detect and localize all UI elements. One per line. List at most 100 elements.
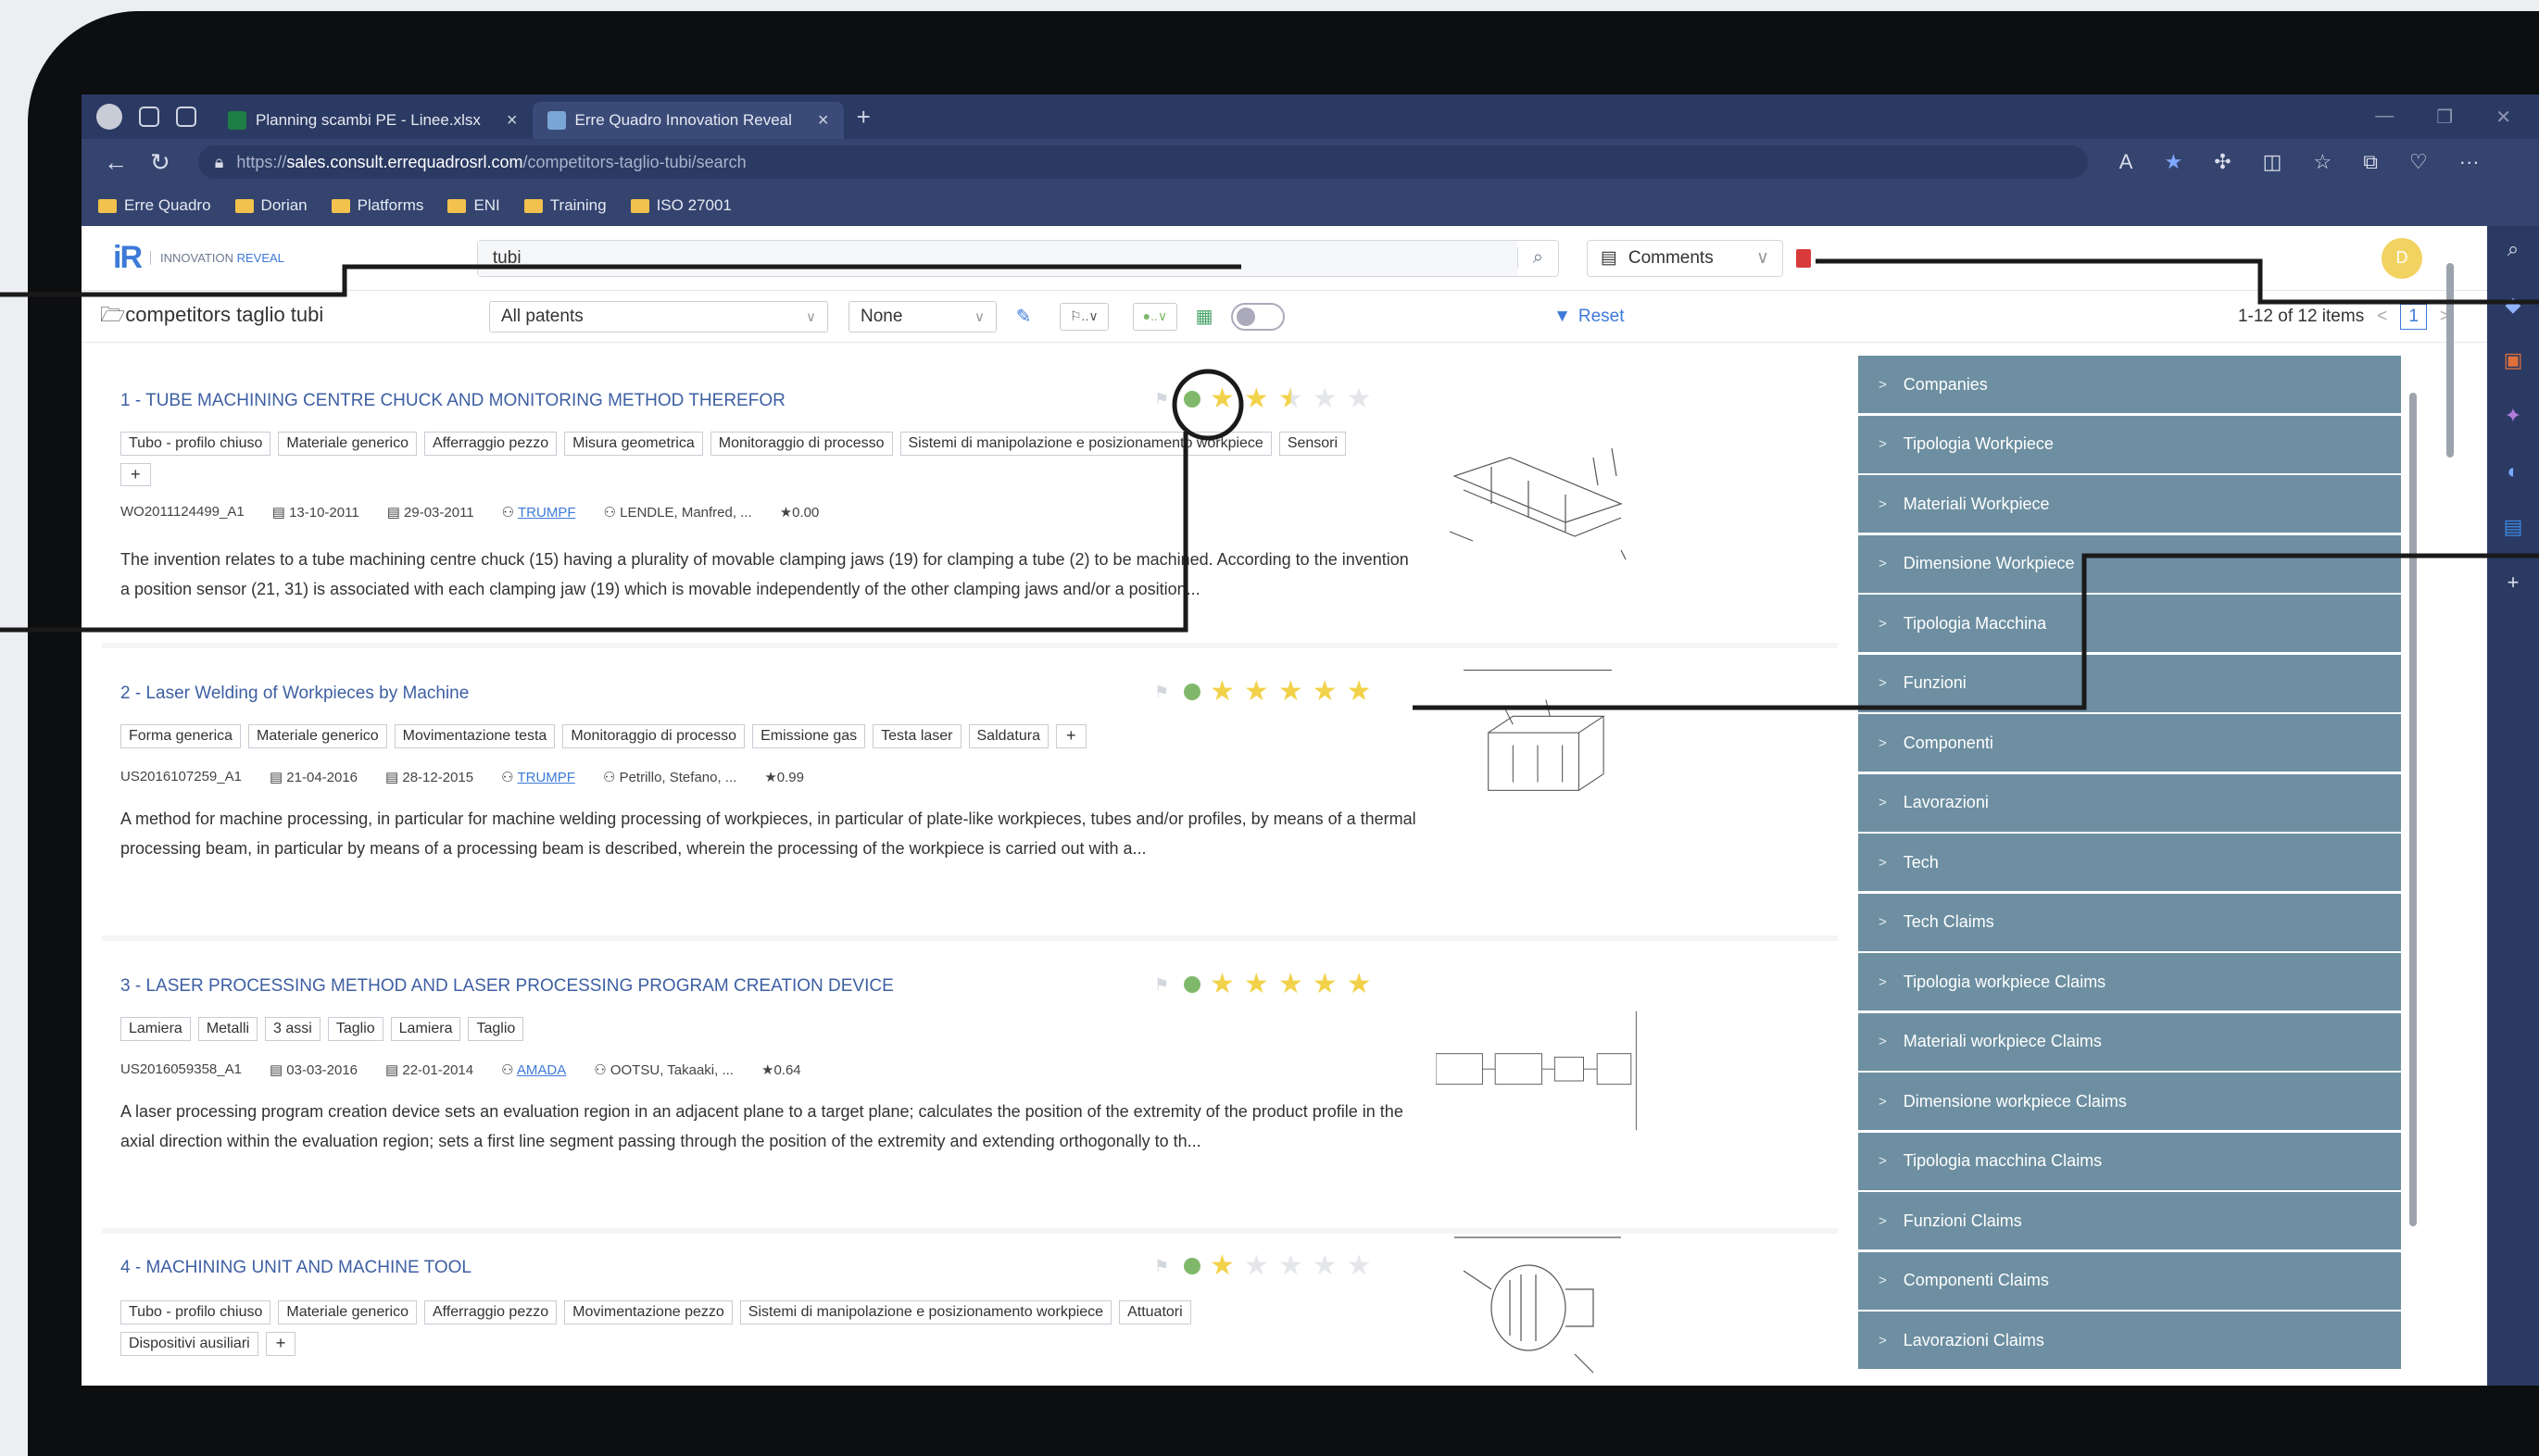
bookmark-folder[interactable]: Erre Quadro bbox=[98, 196, 211, 215]
search-icon[interactable]: ⌕ bbox=[2508, 237, 2519, 261]
comments-select[interactable]: ▤ Comments ∨ bbox=[1586, 239, 1783, 277]
facet-tech-claims[interactable]: > Tech Claims bbox=[1858, 893, 2401, 951]
lock-icon[interactable]: 🔒︎ bbox=[215, 153, 224, 172]
comment-dot-icon[interactable] bbox=[1184, 1258, 1200, 1274]
bookmark-folder[interactable]: ENI bbox=[447, 196, 500, 215]
star-icon[interactable]: ★ bbox=[1313, 385, 1338, 413]
bookmark-folder[interactable]: Platforms bbox=[331, 196, 423, 215]
patent-drawing-thumbnail[interactable] bbox=[1436, 997, 1640, 1145]
excel-export-icon[interactable]: ▦ bbox=[1192, 305, 1216, 329]
facet-tipologia-macchina-claims[interactable]: > Tipologia macchina Claims bbox=[1858, 1132, 2401, 1190]
close-window-icon[interactable]: ✕ bbox=[2495, 106, 2511, 129]
facet-materiali-workpiece[interactable]: > Materiali Workpiece bbox=[1858, 475, 2401, 533]
facet-tipologia-workpiece-claims[interactable]: > Tipologia workpiece Claims bbox=[1858, 953, 2401, 1010]
patent-drawing-thumbnail[interactable] bbox=[1436, 420, 1640, 569]
collections-icon[interactable]: ⧉ bbox=[2363, 150, 2378, 174]
star-icon[interactable]: ★ bbox=[1278, 971, 1303, 998]
patent-drawing-thumbnail[interactable] bbox=[1436, 1234, 1640, 1382]
facet-dimensione-workpiece-claims[interactable]: > Dimensione workpiece Claims bbox=[1858, 1073, 2401, 1130]
pub-number[interactable]: WO2011124499_A1 bbox=[120, 504, 245, 521]
user-avatar[interactable]: D bbox=[2382, 237, 2422, 279]
split-screen-icon[interactable]: ◫ bbox=[2263, 150, 2282, 174]
bookmark-folder[interactable]: Dorian bbox=[234, 196, 308, 215]
bookmark-folder[interactable]: Training bbox=[523, 196, 607, 215]
facet-tech[interactable]: > Tech bbox=[1858, 834, 2401, 891]
games-icon[interactable]: ✦ bbox=[2505, 404, 2521, 428]
new-tab-icon[interactable]: + bbox=[857, 103, 871, 132]
half-star-icon[interactable]: ★ bbox=[1278, 385, 1303, 413]
tab-actions-icon[interactable] bbox=[176, 107, 196, 127]
restore-icon[interactable]: ❐ bbox=[2436, 106, 2453, 129]
add-tag-button[interactable]: + bbox=[1056, 724, 1087, 748]
star-icon[interactable]: ★ bbox=[1244, 385, 1269, 413]
tag[interactable]: Emissione gas bbox=[752, 724, 866, 748]
url-field[interactable]: 🔒︎ https:// sales.consult.errequadrosrl.… bbox=[197, 145, 2088, 179]
tag[interactable]: Taglio bbox=[468, 1017, 524, 1041]
copilot-icon[interactable]: ◐ bbox=[2507, 459, 2519, 483]
add-tag-button[interactable]: + bbox=[120, 463, 151, 486]
comment-dot-icon[interactable] bbox=[1184, 976, 1200, 993]
facet-lavorazioni-claims[interactable]: > Lavorazioni Claims bbox=[1858, 1312, 2401, 1369]
favorite-star-icon[interactable]: ★ bbox=[2164, 150, 2182, 174]
star-icon[interactable]: ★ bbox=[1210, 678, 1235, 706]
tag[interactable]: Testa laser bbox=[873, 724, 962, 748]
star-icon[interactable]: ★ bbox=[1210, 385, 1235, 413]
tag[interactable]: Forma generica bbox=[120, 724, 242, 748]
assignee-link[interactable]: TRUMPF bbox=[517, 770, 575, 785]
result-title[interactable]: 2 - Laser Welding of Workpieces by Machi… bbox=[120, 684, 469, 704]
view-toggle[interactable] bbox=[1231, 302, 1286, 331]
tag[interactable]: Monitoraggio di processo bbox=[562, 724, 746, 748]
assignee-link[interactable]: TRUMPF bbox=[518, 505, 576, 521]
add-icon[interactable]: + bbox=[2508, 571, 2520, 595]
tag[interactable]: 3 assi bbox=[265, 1017, 321, 1041]
patents-filter-select[interactable]: All patents ∨ bbox=[489, 300, 828, 333]
star-icon[interactable]: ★ bbox=[1278, 1252, 1303, 1280]
tag[interactable]: Materiale generico bbox=[278, 1300, 417, 1324]
star-icon[interactable]: ★ bbox=[1347, 678, 1372, 706]
flag-icon[interactable]: ⚑ bbox=[1154, 390, 1175, 409]
tag[interactable]: Dispositivi ausiliari bbox=[120, 1332, 258, 1356]
facet-tipologia-workpiece[interactable]: > Tipologia Workpiece bbox=[1858, 415, 2401, 473]
facet-funzioni[interactable]: > Funzioni bbox=[1858, 654, 2401, 712]
result-title[interactable]: 1 - TUBE MACHINING CENTRE CHUCK AND MONI… bbox=[120, 391, 786, 411]
copilot-tag-icon[interactable]: ◆ bbox=[2506, 293, 2521, 317]
result-title[interactable]: 4 - MACHINING UNIT AND MACHINE TOOL bbox=[120, 1258, 471, 1278]
tag[interactable]: Lamiera bbox=[120, 1017, 191, 1041]
result-title[interactable]: 3 - LASER PROCESSING METHOD AND LASER PR… bbox=[120, 976, 894, 997]
outlook-icon[interactable]: ▤ bbox=[2504, 515, 2523, 539]
add-tag-button[interactable]: + bbox=[265, 1332, 296, 1356]
star-icon[interactable]: ★ bbox=[1313, 1252, 1338, 1280]
more-icon[interactable]: ··· bbox=[2459, 150, 2480, 174]
profile-avatar[interactable] bbox=[96, 104, 122, 130]
tag[interactable]: Sistemi di manipolazione e posizionament… bbox=[899, 432, 1272, 456]
tab-innovation-reveal[interactable]: Erre Quadro Innovation Reveal × bbox=[532, 102, 844, 139]
browser-essentials-icon[interactable]: ♡ bbox=[2409, 150, 2428, 174]
tools-icon[interactable]: ▣ bbox=[2504, 348, 2523, 372]
edit-icon[interactable]: ✎ bbox=[1012, 305, 1036, 329]
star-icon[interactable]: ★ bbox=[1244, 971, 1269, 998]
facet-componenti[interactable]: > Componenti bbox=[1858, 714, 2401, 772]
star-icon[interactable]: ★ bbox=[1278, 678, 1303, 706]
tag[interactable]: Attuatori bbox=[1119, 1300, 1191, 1324]
facet-tipologia-macchina[interactable]: > Tipologia Macchina bbox=[1858, 595, 2401, 652]
tab-excel[interactable]: Planning scambi PE - Linee.xlsx × bbox=[213, 102, 533, 139]
sort-select[interactable]: None ∨ bbox=[848, 300, 997, 333]
extensions-icon[interactable]: ✣ bbox=[2214, 150, 2231, 174]
facet-funzioni-claims[interactable]: > Funzioni Claims bbox=[1858, 1192, 2401, 1249]
minimize-icon[interactable]: — bbox=[2375, 106, 2394, 129]
tag[interactable]: Metalli bbox=[197, 1017, 258, 1041]
search-input[interactable] bbox=[477, 240, 1517, 276]
tag[interactable]: Sensori bbox=[1278, 432, 1347, 456]
star-icon[interactable]: ★ bbox=[1347, 1252, 1372, 1280]
status-dot-filter[interactable]: ●..∨ bbox=[1132, 302, 1178, 331]
close-icon[interactable]: × bbox=[507, 110, 518, 132]
pub-number[interactable]: US2016059358_A1 bbox=[120, 1061, 242, 1078]
refresh-icon[interactable]: ↻ bbox=[150, 148, 170, 177]
tag[interactable]: Materiale generico bbox=[248, 724, 387, 748]
reset-button[interactable]: ▼ Reset bbox=[1553, 307, 1624, 327]
back-icon[interactable]: ← bbox=[104, 148, 128, 177]
tag[interactable]: Afferraggio pezzo bbox=[424, 432, 558, 456]
facet-scrollbar[interactable] bbox=[2407, 365, 2420, 1365]
comment-dot-icon[interactable] bbox=[1184, 684, 1200, 700]
flag-icon[interactable]: ⚑ bbox=[1154, 683, 1175, 702]
